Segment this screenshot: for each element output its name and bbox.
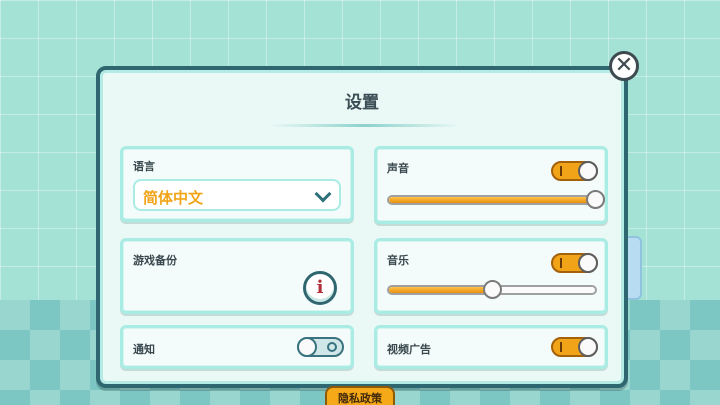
music-label: 音乐 xyxy=(387,254,409,267)
backup-label: 游戏备份 xyxy=(133,254,177,267)
notify-card: 通知 xyxy=(120,325,354,369)
dialog-title: 设置 xyxy=(345,93,379,113)
music-card: 音乐 xyxy=(374,238,608,314)
sound-volume-slider[interactable] xyxy=(387,190,605,209)
video-ads-card: 视频广告 xyxy=(374,325,608,369)
sound-toggle[interactable] xyxy=(551,161,598,181)
music-volume-fill xyxy=(389,287,492,293)
notify-label: 通知 xyxy=(133,343,155,356)
toggle-knob xyxy=(578,253,598,273)
language-card: 语言 简体中文 xyxy=(120,146,354,222)
video-ads-toggle[interactable] xyxy=(551,337,598,357)
music-toggle[interactable] xyxy=(551,253,598,273)
title-divider xyxy=(270,124,460,127)
sound-label: 声音 xyxy=(387,162,409,175)
sound-volume-knob[interactable] xyxy=(586,190,605,209)
privacy-policy-button[interactable]: 隐私政策 xyxy=(325,386,395,405)
toggle-knob xyxy=(297,337,317,357)
toggle-on-mark xyxy=(560,342,562,352)
toggle-off-ring xyxy=(327,342,337,352)
video-ads-label: 视频广告 xyxy=(387,343,431,356)
sound-card: 声音 xyxy=(374,146,608,224)
music-volume-knob[interactable] xyxy=(483,280,502,299)
language-label: 语言 xyxy=(133,160,155,173)
close-button[interactable]: ✕ xyxy=(609,51,639,81)
sound-volume-fill xyxy=(389,197,595,203)
toggle-on-mark xyxy=(560,166,562,176)
settings-dialog: 设置 语言 简体中文 声音 游戏备份 i 音乐 通知 视频广告 xyxy=(96,66,628,388)
info-button[interactable]: i xyxy=(303,271,337,305)
toggle-on-mark xyxy=(560,258,562,268)
backup-card: 游戏备份 i xyxy=(120,238,354,314)
toggle-knob xyxy=(578,337,598,357)
language-selected-value: 简体中文 xyxy=(143,189,204,207)
notify-toggle[interactable] xyxy=(297,337,344,357)
music-volume-slider[interactable] xyxy=(387,280,597,299)
toggle-knob xyxy=(578,161,598,181)
language-select[interactable]: 简体中文 xyxy=(133,179,341,211)
chevron-down-icon xyxy=(314,185,332,203)
